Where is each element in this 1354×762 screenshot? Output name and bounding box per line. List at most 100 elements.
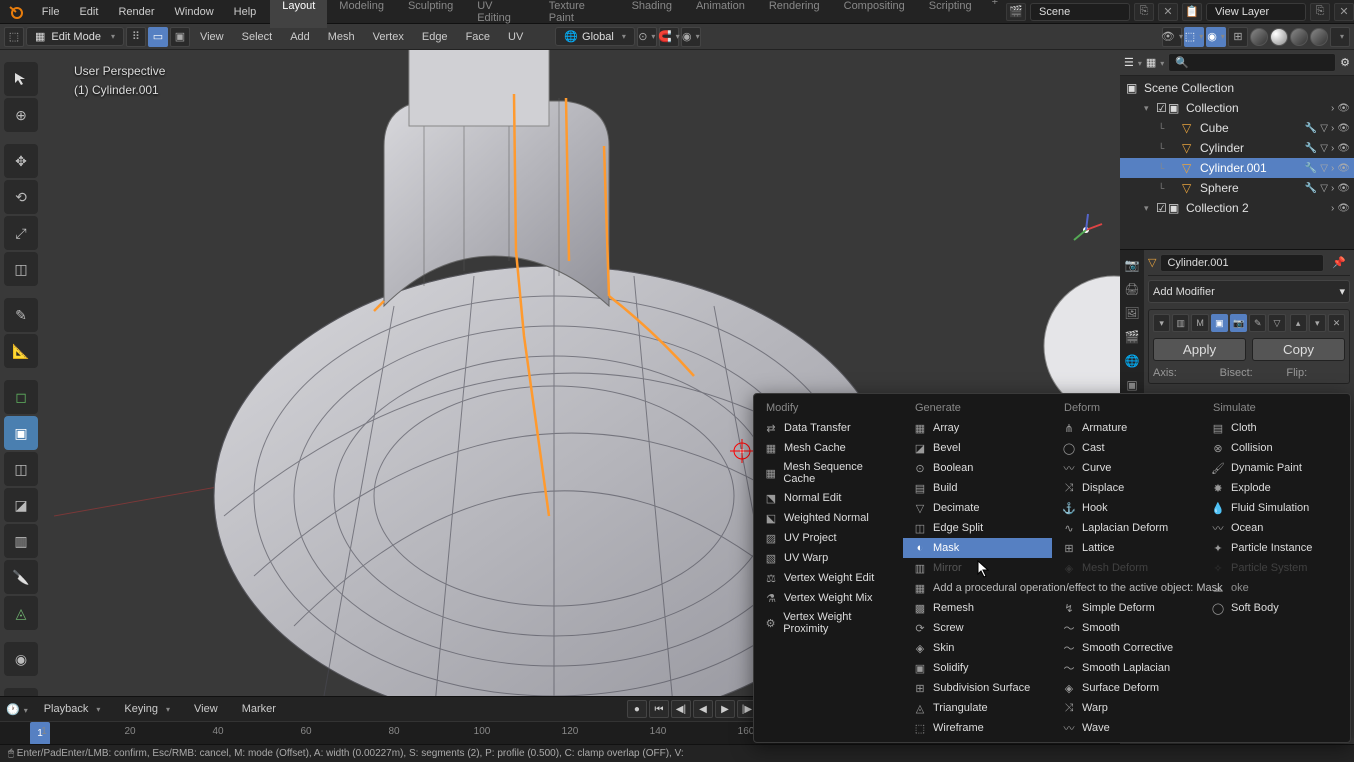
toggle-1[interactable]: ⊞ [1228,27,1248,47]
modifier-ocean[interactable]: 〰Ocean [1201,518,1350,538]
tree-item-collection-2[interactable]: ▾☑▣Collection 2›👁 [1120,198,1354,218]
header-view[interactable]: View [192,31,232,43]
modifier-screw[interactable]: ⟳Screw [903,618,1052,638]
modifier-mesh-sequence-cache[interactable]: ▦Mesh Sequence Cache [754,458,903,488]
modifier-decimate[interactable]: ▽Decimate [903,498,1052,518]
scene-name-field[interactable]: Scene [1030,3,1130,21]
modifier-weighted-normal[interactable]: ⬕Weighted Normal [754,508,903,528]
visibility-icon[interactable]: 👁 [1337,103,1350,114]
tool-annotate[interactable]: ✎ [4,298,38,332]
tool-inset[interactable]: ◫ [4,452,38,486]
modifier-vertex-weight-edit[interactable]: ⚖Vertex Weight Edit [754,568,903,588]
tab-rendering[interactable]: Rendering [757,0,832,28]
keyframe-prev-icon[interactable]: ◀| [671,700,691,718]
modifier-cage[interactable]: ▽ [1268,314,1285,332]
tool-measure[interactable]: 📐 [4,334,38,368]
modifier-cast[interactable]: ◯Cast [1052,438,1201,458]
prop-tab-output[interactable]: 🖨 [1121,278,1143,300]
modifier-particle-system[interactable]: ✧Particle System [1201,558,1350,578]
tab-shading[interactable]: Shading [620,0,684,28]
xray-toggle[interactable]: ◉ [1206,27,1226,47]
modifier-realtime[interactable]: ▣ [1211,314,1228,332]
face-select-mode[interactable]: ▣ [170,27,190,47]
modifier-apply-button[interactable]: Apply [1153,338,1246,361]
modifier-copy-button[interactable]: Copy [1252,338,1345,361]
modifier-vertex-weight-proximity[interactable]: ⚙Vertex Weight Proximity [754,608,903,638]
tool-scale[interactable]: ⤢ [4,216,38,250]
tree-item-sphere[interactable]: └▽Sphere🔧▽›👁 [1120,178,1354,198]
modifier-uv-project[interactable]: ▨UV Project [754,528,903,548]
restrict-viewport-icon[interactable]: › [1331,123,1334,134]
tool-spin[interactable]: ◉ [4,642,38,676]
restrict-viewport-icon[interactable]: › [1331,163,1334,174]
modifier-subdivision-surface[interactable]: ⊞Subdivision Surface [903,678,1052,698]
tab-sculpting[interactable]: Sculpting [396,0,465,28]
timeline-playback[interactable]: Playback [36,701,109,717]
snap-toggle[interactable]: 🧲 [659,27,679,47]
header-select[interactable]: Select [234,31,281,43]
edge-select-mode[interactable]: ▭ [148,27,168,47]
modifier-smooth-corrective[interactable]: 〜Smooth Corrective [1052,638,1201,658]
timeline-editor-icon[interactable]: 🕐 [6,703,28,716]
modifier-surface-deform[interactable]: ◈Surface Deform [1052,678,1201,698]
play-icon[interactable]: ▶ [715,700,735,718]
menu-edit[interactable]: Edit [69,0,108,24]
tool-bevel[interactable]: ◪ [4,488,38,522]
restrict-viewport-icon[interactable]: › [1331,103,1334,114]
overlay-toggle[interactable]: ⬚ [1184,27,1204,47]
tab-scripting[interactable]: Scripting [917,0,984,28]
mesh-visibility[interactable]: 👁 [1162,27,1182,47]
shading-wireframe[interactable] [1250,28,1268,46]
modifier-bevel[interactable]: ◪Bevel [903,438,1052,458]
properties-object-name[interactable]: Cylinder.001 [1160,254,1324,272]
tool-move[interactable]: ✥ [4,144,38,178]
modifier-warp[interactable]: ⤨Warp [1052,698,1201,718]
editor-type-icon[interactable]: ⬚ [4,27,24,47]
vertex-select-mode[interactable]: ⠿ [126,27,146,47]
nav-gizmo[interactable] [1066,210,1106,250]
add-modifier-button[interactable]: Add Modifier ▾ [1148,280,1350,303]
prop-tab-scene[interactable]: 🎬 [1121,326,1143,348]
modifier-moveup[interactable]: ▴ [1290,314,1307,332]
shading-solid[interactable] [1270,28,1288,46]
outliner-display-mode[interactable]: ☰ [1124,56,1142,69]
modifier-delete[interactable]: ✕ [1328,314,1345,332]
modifier-collapse[interactable]: ▾ [1153,314,1170,332]
tool-poly-build[interactable]: ◬ [4,596,38,630]
header-uv[interactable]: UV [500,31,531,43]
modifier-render[interactable]: 📷 [1230,314,1247,332]
modifier-curve[interactable]: 〰Curve [1052,458,1201,478]
viewlayer-browse-icon[interactable]: 📋 [1182,3,1202,21]
header-mesh[interactable]: Mesh [320,31,363,43]
restrict-viewport-icon[interactable]: › [1331,143,1334,154]
visibility-icon[interactable]: 👁 [1337,203,1350,214]
modifier-lattice[interactable]: ⊞Lattice [1052,538,1201,558]
modifier-cloth[interactable]: ▤Cloth [1201,418,1350,438]
tree-item-cube[interactable]: └▽Cube🔧▽›👁 [1120,118,1354,138]
modifier-displace[interactable]: ⤨Displace [1052,478,1201,498]
prop-tab-world[interactable]: 🌐 [1121,350,1143,372]
mode-selector[interactable]: ▦ Edit Mode [26,27,124,46]
outliner-view-mode[interactable]: ▦ [1146,56,1164,69]
shading-lookdev[interactable] [1290,28,1308,46]
modifier-mask[interactable]: ◐Mask [903,538,1052,558]
modifier-hook[interactable]: ⚓Hook [1052,498,1201,518]
header-face[interactable]: Face [458,31,498,43]
shading-rendered[interactable] [1310,28,1328,46]
prop-tab-render[interactable]: 📷 [1121,254,1143,276]
tab-uv-editing[interactable]: UV Editing [465,0,537,28]
modifier-build[interactable]: ▤Build [903,478,1052,498]
modifier-dynamic-paint[interactable]: 🖌Dynamic Paint [1201,458,1350,478]
tool-knife[interactable]: 🔪 [4,560,38,594]
modifier-explode[interactable]: ✸Explode [1201,478,1350,498]
menu-render[interactable]: Render [108,0,164,24]
viewlayer-new-icon[interactable]: ⎘ [1310,3,1330,21]
menu-window[interactable]: Window [165,0,224,24]
timeline-marker[interactable]: Marker [234,701,284,717]
tool-rotate[interactable]: ⟲ [4,180,38,214]
tab-compositing[interactable]: Compositing [832,0,917,28]
modifier-smooth[interactable]: 〜Smooth [1052,618,1201,638]
modifier-wireframe[interactable]: ⬚Wireframe [903,718,1052,738]
modifier-movedown[interactable]: ▾ [1309,314,1326,332]
scene-new-icon[interactable]: ⎘ [1134,3,1154,21]
